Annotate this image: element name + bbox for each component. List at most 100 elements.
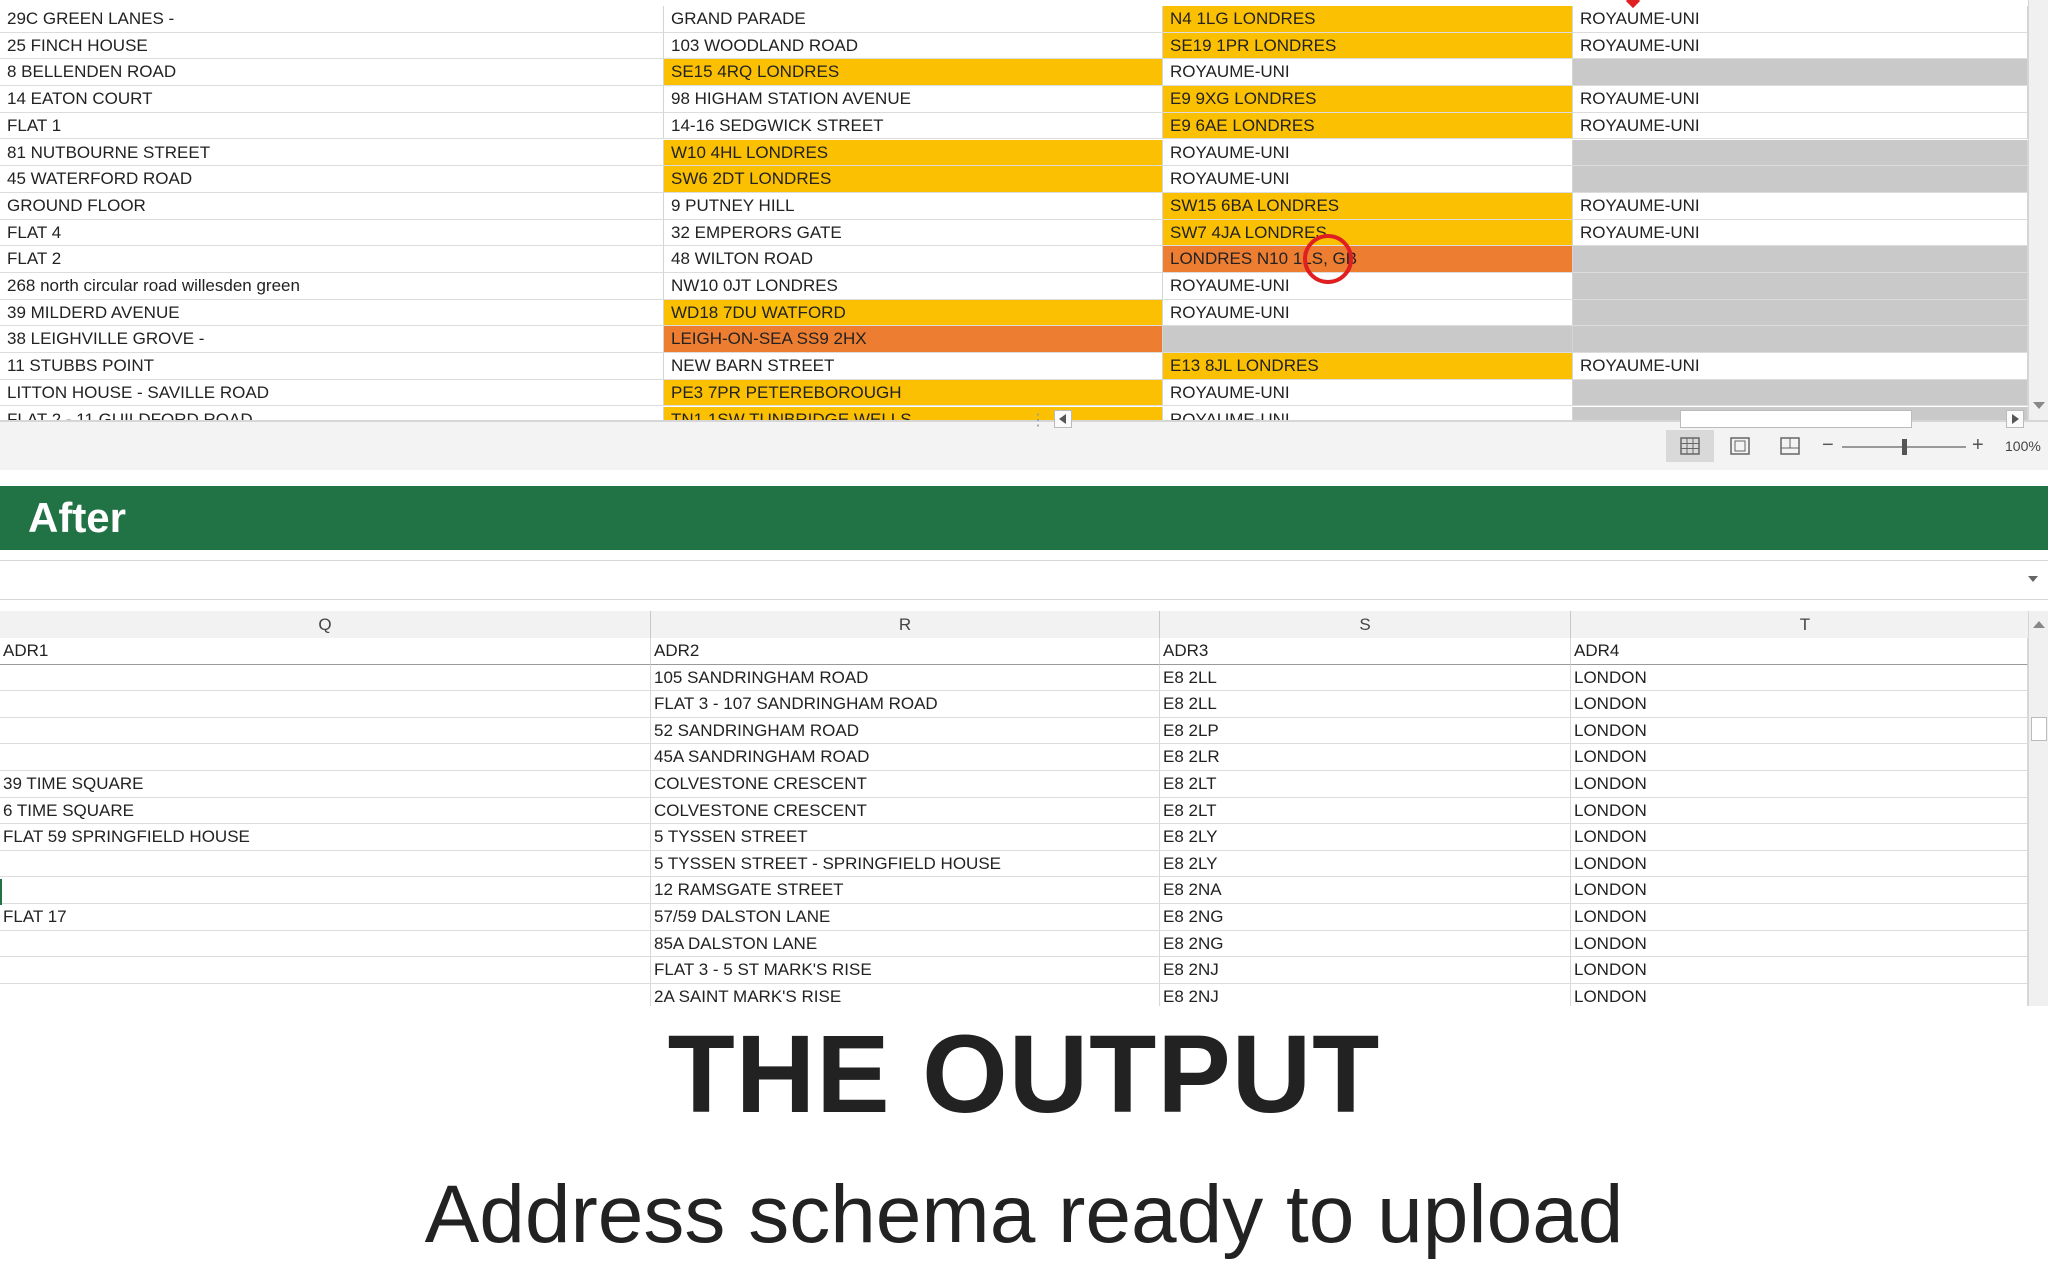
table-cell[interactable]: 12 RAMSGATE STREET: [651, 877, 1160, 904]
table-cell[interactable]: LONDON: [1571, 691, 2028, 718]
table-cell[interactable]: E8 2NG: [1160, 904, 1571, 931]
table-cell[interactable]: E8 2LL: [1160, 691, 1571, 718]
before-cell[interactable]: TN1 1SW TUNBRIDGE WELLS: [664, 406, 1163, 420]
table-cell[interactable]: LONDON: [1571, 744, 2028, 771]
before-cell[interactable]: 48 WILTON ROAD: [664, 246, 1163, 273]
table-cell[interactable]: LONDON: [1571, 771, 2028, 798]
table-cell[interactable]: 52 SANDRINGHAM ROAD: [651, 717, 1160, 745]
table-cell[interactable]: LONDON: [1571, 824, 2028, 851]
normal-view-button[interactable]: [1666, 430, 1714, 462]
table-cell[interactable]: E8 2NJ: [1160, 957, 1571, 984]
table-cell[interactable]: FLAT 3 - 107 SANDRINGHAM ROAD: [651, 691, 1160, 718]
before-cell[interactable]: 98 HIGHAM STATION AVENUE: [664, 86, 1163, 113]
zoom-slider-thumb[interactable]: [1902, 439, 1907, 455]
table-cell[interactable]: FLAT 17: [0, 904, 651, 931]
before-cell[interactable]: 38 LEIGHVILLE GROVE -: [0, 326, 664, 354]
before-cell[interactable]: 8 BELLENDEN ROAD: [0, 59, 664, 87]
table-cell[interactable]: FLAT 59 SPRINGFIELD HOUSE: [0, 824, 651, 851]
table-cell[interactable]: [0, 983, 651, 1006]
table-cell[interactable]: 6 TIME SQUARE: [0, 797, 651, 825]
before-cell[interactable]: ROYAUME-UNI: [1573, 6, 2028, 33]
before-cell[interactable]: [1573, 166, 2028, 193]
table-cell[interactable]: [0, 930, 651, 958]
before-cell[interactable]: WD18 7DU WATFORD: [664, 299, 1163, 327]
table-cell[interactable]: E8 2LT: [1160, 797, 1571, 825]
table-cell[interactable]: E8 2LR: [1160, 744, 1571, 771]
table-cell[interactable]: E8 2LY: [1160, 824, 1571, 851]
table-cell[interactable]: 2A SAINT MARK'S RISE: [651, 983, 1160, 1006]
column-header-r[interactable]: R: [651, 611, 1160, 638]
scroll-down-arrow-icon[interactable]: [2033, 402, 2045, 409]
column-header-t[interactable]: T: [1571, 611, 2040, 638]
column-header-s[interactable]: S: [1160, 611, 1571, 638]
before-cell[interactable]: FLAT 1: [0, 112, 664, 140]
before-cell[interactable]: [1573, 246, 2028, 273]
formula-bar[interactable]: [0, 560, 2048, 600]
zoom-slider[interactable]: [1842, 439, 1966, 455]
before-cell[interactable]: ROYAUME-UNI: [1573, 86, 2028, 113]
table-cell[interactable]: LONDON: [1571, 930, 2028, 958]
table-cell[interactable]: [0, 957, 651, 984]
table-cell[interactable]: [0, 691, 651, 718]
table-cell[interactable]: E8 2LY: [1160, 850, 1571, 878]
before-cell[interactable]: [1163, 326, 1573, 354]
vertical-scrollbar-after[interactable]: [2028, 611, 2048, 1006]
before-cell[interactable]: SE19 1PR LONDRES: [1163, 32, 1573, 60]
before-cell[interactable]: FLAT 2 - 11 GUILDFORD ROAD: [0, 406, 664, 420]
before-cell[interactable]: 29C GREEN LANES -: [0, 6, 664, 33]
table-cell[interactable]: 85A DALSTON LANE: [651, 930, 1160, 958]
before-cell[interactable]: 268 north circular road willesden green: [0, 273, 664, 300]
before-cell[interactable]: PE3 7PR PETEREBOROUGH: [664, 379, 1163, 407]
table-cell[interactable]: COLVESTONE CRESCENT: [651, 771, 1160, 798]
table-cell[interactable]: LONDON: [1571, 957, 2028, 984]
table-cell[interactable]: 39 TIME SQUARE: [0, 771, 651, 798]
before-cell[interactable]: NEW BARN STREET: [664, 353, 1163, 380]
table-cell[interactable]: LONDON: [1571, 850, 2028, 878]
page-break-view-button[interactable]: [1766, 430, 1814, 462]
before-cell[interactable]: SW15 6BA LONDRES: [1163, 192, 1573, 220]
before-cell[interactable]: ROYAUME-UNI: [1573, 219, 2028, 247]
formula-bar-expand-icon[interactable]: [2028, 576, 2038, 582]
table-cell[interactable]: 45A SANDRINGHAM ROAD: [651, 744, 1160, 771]
splitter-handle[interactable]: ⋮: [1030, 413, 1046, 431]
before-cell[interactable]: ROYAUME-UNI: [1163, 299, 1573, 327]
before-cell[interactable]: [1573, 299, 2028, 327]
header-cell[interactable]: ADR4: [1571, 638, 2028, 665]
header-cell[interactable]: ADR1: [0, 638, 651, 665]
before-cell[interactable]: [1573, 59, 2028, 87]
before-cell[interactable]: E9 6AE LONDRES: [1163, 112, 1573, 140]
column-header-q[interactable]: Q: [0, 611, 651, 638]
header-cell[interactable]: ADR3: [1160, 638, 1571, 665]
before-cell[interactable]: GROUND FLOOR: [0, 192, 664, 220]
before-cell[interactable]: SW7 4JA LONDRES: [1163, 219, 1573, 247]
before-cell[interactable]: ROYAUME-UNI: [1163, 379, 1573, 407]
table-cell[interactable]: E8 2NG: [1160, 930, 1571, 958]
table-cell[interactable]: [0, 717, 651, 745]
before-cell[interactable]: SE15 4RQ LONDRES: [664, 59, 1163, 87]
table-cell[interactable]: 105 SANDRINGHAM ROAD: [651, 664, 1160, 692]
before-cell[interactable]: LONDRES N10 1LS, GB: [1163, 246, 1573, 273]
scroll-right-button[interactable]: [2006, 410, 2024, 428]
before-cell[interactable]: SW6 2DT LONDRES: [664, 166, 1163, 193]
before-cell[interactable]: ROYAUME-UNI: [1163, 166, 1573, 193]
scroll-left-button[interactable]: [1054, 410, 1072, 428]
table-cell[interactable]: E8 2LL: [1160, 664, 1571, 692]
before-cell[interactable]: 11 STUBBS POINT: [0, 353, 664, 380]
before-cell[interactable]: [1573, 139, 2028, 167]
scroll-up-arrow-icon[interactable]: [2033, 621, 2045, 628]
before-cell[interactable]: 32 EMPERORS GATE: [664, 219, 1163, 247]
before-cell[interactable]: 9 PUTNEY HILL: [664, 192, 1163, 220]
table-cell[interactable]: LONDON: [1571, 877, 2028, 904]
before-cell[interactable]: FLAT 2: [0, 246, 664, 273]
before-cell[interactable]: ROYAUME-UNI: [1163, 59, 1573, 87]
before-cell[interactable]: 81 NUTBOURNE STREET: [0, 139, 664, 167]
table-cell[interactable]: E8 2LP: [1160, 717, 1571, 745]
before-cell[interactable]: 14 EATON COURT: [0, 86, 664, 113]
header-cell[interactable]: ADR2: [651, 638, 1160, 665]
before-cell[interactable]: W10 4HL LONDRES: [664, 139, 1163, 167]
table-cell[interactable]: 5 TYSSEN STREET: [651, 824, 1160, 851]
before-cell[interactable]: E13 8JL LONDRES: [1163, 353, 1573, 380]
before-cell[interactable]: LEIGH-ON-SEA SS9 2HX: [664, 326, 1163, 354]
before-cell[interactable]: LITTON HOUSE - SAVILLE ROAD: [0, 379, 664, 407]
table-cell[interactable]: E8 2NA: [1160, 877, 1571, 904]
